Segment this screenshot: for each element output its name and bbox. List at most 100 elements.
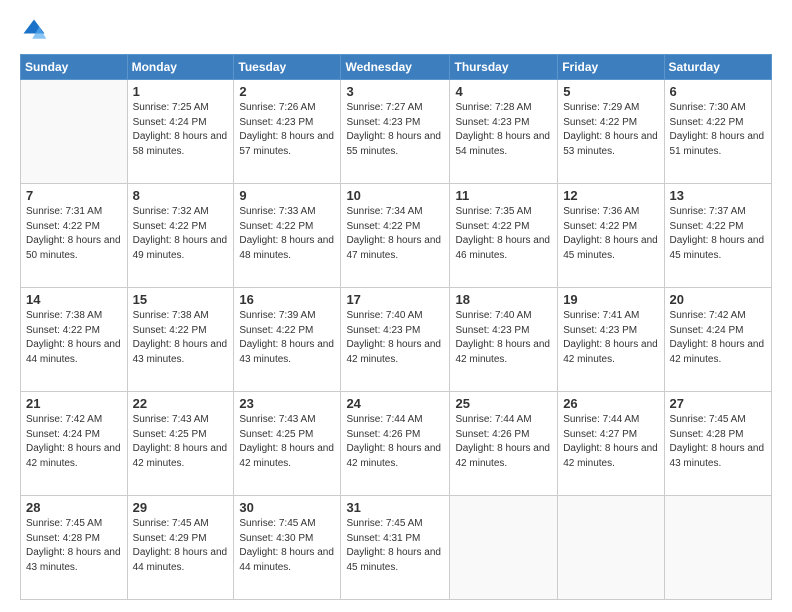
day-number: 16 [239, 292, 335, 307]
cell-info: Sunrise: 7:34 AMSunset: 4:22 PMDaylight:… [346, 206, 441, 261]
day-number: 7 [26, 188, 122, 203]
cell-info: Sunrise: 7:44 AMSunset: 4:27 PMDaylight:… [563, 414, 658, 469]
day-number: 28 [26, 500, 122, 515]
calendar-cell: 23 Sunrise: 7:43 AMSunset: 4:25 PMDaylig… [234, 392, 341, 496]
cell-info: Sunrise: 7:42 AMSunset: 4:24 PMDaylight:… [670, 310, 765, 365]
cell-info: Sunrise: 7:31 AMSunset: 4:22 PMDaylight:… [26, 206, 121, 261]
cell-info: Sunrise: 7:40 AMSunset: 4:23 PMDaylight:… [455, 310, 550, 365]
cell-info: Sunrise: 7:45 AMSunset: 4:28 PMDaylight:… [26, 518, 121, 573]
calendar-week-row: 7 Sunrise: 7:31 AMSunset: 4:22 PMDayligh… [21, 184, 772, 288]
cell-info: Sunrise: 7:33 AMSunset: 4:22 PMDaylight:… [239, 206, 334, 261]
day-number: 9 [239, 188, 335, 203]
day-number: 13 [670, 188, 766, 203]
calendar-week-row: 21 Sunrise: 7:42 AMSunset: 4:24 PMDaylig… [21, 392, 772, 496]
cell-info: Sunrise: 7:28 AMSunset: 4:23 PMDaylight:… [455, 102, 550, 157]
day-number: 20 [670, 292, 766, 307]
cell-info: Sunrise: 7:35 AMSunset: 4:22 PMDaylight:… [455, 206, 550, 261]
day-number: 12 [563, 188, 658, 203]
calendar-cell [664, 496, 771, 600]
day-number: 1 [133, 84, 229, 99]
calendar-cell: 12 Sunrise: 7:36 AMSunset: 4:22 PMDaylig… [558, 184, 664, 288]
day-number: 17 [346, 292, 444, 307]
logo-icon [20, 16, 48, 44]
day-number: 23 [239, 396, 335, 411]
calendar-cell: 8 Sunrise: 7:32 AMSunset: 4:22 PMDayligh… [127, 184, 234, 288]
cell-info: Sunrise: 7:29 AMSunset: 4:22 PMDaylight:… [563, 102, 658, 157]
day-number: 8 [133, 188, 229, 203]
calendar-header-row: SundayMondayTuesdayWednesdayThursdayFrid… [21, 55, 772, 80]
calendar-day-header: Thursday [450, 55, 558, 80]
day-number: 18 [455, 292, 552, 307]
day-number: 14 [26, 292, 122, 307]
calendar-week-row: 1 Sunrise: 7:25 AMSunset: 4:24 PMDayligh… [21, 80, 772, 184]
cell-info: Sunrise: 7:45 AMSunset: 4:30 PMDaylight:… [239, 518, 334, 573]
cell-info: Sunrise: 7:37 AMSunset: 4:22 PMDaylight:… [670, 206, 765, 261]
day-number: 11 [455, 188, 552, 203]
day-number: 3 [346, 84, 444, 99]
calendar-cell: 30 Sunrise: 7:45 AMSunset: 4:30 PMDaylig… [234, 496, 341, 600]
calendar-cell: 15 Sunrise: 7:38 AMSunset: 4:22 PMDaylig… [127, 288, 234, 392]
calendar-cell: 11 Sunrise: 7:35 AMSunset: 4:22 PMDaylig… [450, 184, 558, 288]
calendar-cell: 16 Sunrise: 7:39 AMSunset: 4:22 PMDaylig… [234, 288, 341, 392]
cell-info: Sunrise: 7:30 AMSunset: 4:22 PMDaylight:… [670, 102, 765, 157]
calendar-cell: 20 Sunrise: 7:42 AMSunset: 4:24 PMDaylig… [664, 288, 771, 392]
calendar-cell: 9 Sunrise: 7:33 AMSunset: 4:22 PMDayligh… [234, 184, 341, 288]
cell-info: Sunrise: 7:38 AMSunset: 4:22 PMDaylight:… [133, 310, 228, 365]
day-number: 26 [563, 396, 658, 411]
cell-info: Sunrise: 7:43 AMSunset: 4:25 PMDaylight:… [239, 414, 334, 469]
cell-info: Sunrise: 7:44 AMSunset: 4:26 PMDaylight:… [346, 414, 441, 469]
calendar-cell: 10 Sunrise: 7:34 AMSunset: 4:22 PMDaylig… [341, 184, 450, 288]
cell-info: Sunrise: 7:45 AMSunset: 4:31 PMDaylight:… [346, 518, 441, 573]
calendar-cell: 6 Sunrise: 7:30 AMSunset: 4:22 PMDayligh… [664, 80, 771, 184]
calendar-cell: 31 Sunrise: 7:45 AMSunset: 4:31 PMDaylig… [341, 496, 450, 600]
cell-info: Sunrise: 7:43 AMSunset: 4:25 PMDaylight:… [133, 414, 228, 469]
day-number: 2 [239, 84, 335, 99]
calendar-table: SundayMondayTuesdayWednesdayThursdayFrid… [20, 54, 772, 600]
calendar-day-header: Sunday [21, 55, 128, 80]
calendar-cell [450, 496, 558, 600]
calendar-cell [558, 496, 664, 600]
day-number: 15 [133, 292, 229, 307]
cell-info: Sunrise: 7:40 AMSunset: 4:23 PMDaylight:… [346, 310, 441, 365]
calendar-cell: 14 Sunrise: 7:38 AMSunset: 4:22 PMDaylig… [21, 288, 128, 392]
calendar-cell: 7 Sunrise: 7:31 AMSunset: 4:22 PMDayligh… [21, 184, 128, 288]
cell-info: Sunrise: 7:45 AMSunset: 4:28 PMDaylight:… [670, 414, 765, 469]
day-number: 25 [455, 396, 552, 411]
day-number: 24 [346, 396, 444, 411]
calendar-cell [21, 80, 128, 184]
day-number: 31 [346, 500, 444, 515]
calendar-cell: 13 Sunrise: 7:37 AMSunset: 4:22 PMDaylig… [664, 184, 771, 288]
cell-info: Sunrise: 7:27 AMSunset: 4:23 PMDaylight:… [346, 102, 441, 157]
calendar-day-header: Saturday [664, 55, 771, 80]
day-number: 19 [563, 292, 658, 307]
day-number: 5 [563, 84, 658, 99]
calendar-cell: 28 Sunrise: 7:45 AMSunset: 4:28 PMDaylig… [21, 496, 128, 600]
cell-info: Sunrise: 7:45 AMSunset: 4:29 PMDaylight:… [133, 518, 228, 573]
cell-info: Sunrise: 7:44 AMSunset: 4:26 PMDaylight:… [455, 414, 550, 469]
calendar-day-header: Monday [127, 55, 234, 80]
calendar-cell: 19 Sunrise: 7:41 AMSunset: 4:23 PMDaylig… [558, 288, 664, 392]
calendar-day-header: Friday [558, 55, 664, 80]
calendar-week-row: 14 Sunrise: 7:38 AMSunset: 4:22 PMDaylig… [21, 288, 772, 392]
day-number: 4 [455, 84, 552, 99]
calendar-cell: 1 Sunrise: 7:25 AMSunset: 4:24 PMDayligh… [127, 80, 234, 184]
calendar-cell: 27 Sunrise: 7:45 AMSunset: 4:28 PMDaylig… [664, 392, 771, 496]
day-number: 6 [670, 84, 766, 99]
cell-info: Sunrise: 7:41 AMSunset: 4:23 PMDaylight:… [563, 310, 658, 365]
cell-info: Sunrise: 7:42 AMSunset: 4:24 PMDaylight:… [26, 414, 121, 469]
calendar-cell: 4 Sunrise: 7:28 AMSunset: 4:23 PMDayligh… [450, 80, 558, 184]
calendar-cell: 21 Sunrise: 7:42 AMSunset: 4:24 PMDaylig… [21, 392, 128, 496]
calendar-cell: 17 Sunrise: 7:40 AMSunset: 4:23 PMDaylig… [341, 288, 450, 392]
calendar-week-row: 28 Sunrise: 7:45 AMSunset: 4:28 PMDaylig… [21, 496, 772, 600]
calendar-day-header: Tuesday [234, 55, 341, 80]
calendar-cell: 24 Sunrise: 7:44 AMSunset: 4:26 PMDaylig… [341, 392, 450, 496]
day-number: 29 [133, 500, 229, 515]
day-number: 10 [346, 188, 444, 203]
cell-info: Sunrise: 7:32 AMSunset: 4:22 PMDaylight:… [133, 206, 228, 261]
cell-info: Sunrise: 7:39 AMSunset: 4:22 PMDaylight:… [239, 310, 334, 365]
day-number: 30 [239, 500, 335, 515]
calendar-cell: 22 Sunrise: 7:43 AMSunset: 4:25 PMDaylig… [127, 392, 234, 496]
day-number: 22 [133, 396, 229, 411]
calendar-cell: 18 Sunrise: 7:40 AMSunset: 4:23 PMDaylig… [450, 288, 558, 392]
calendar-cell: 25 Sunrise: 7:44 AMSunset: 4:26 PMDaylig… [450, 392, 558, 496]
